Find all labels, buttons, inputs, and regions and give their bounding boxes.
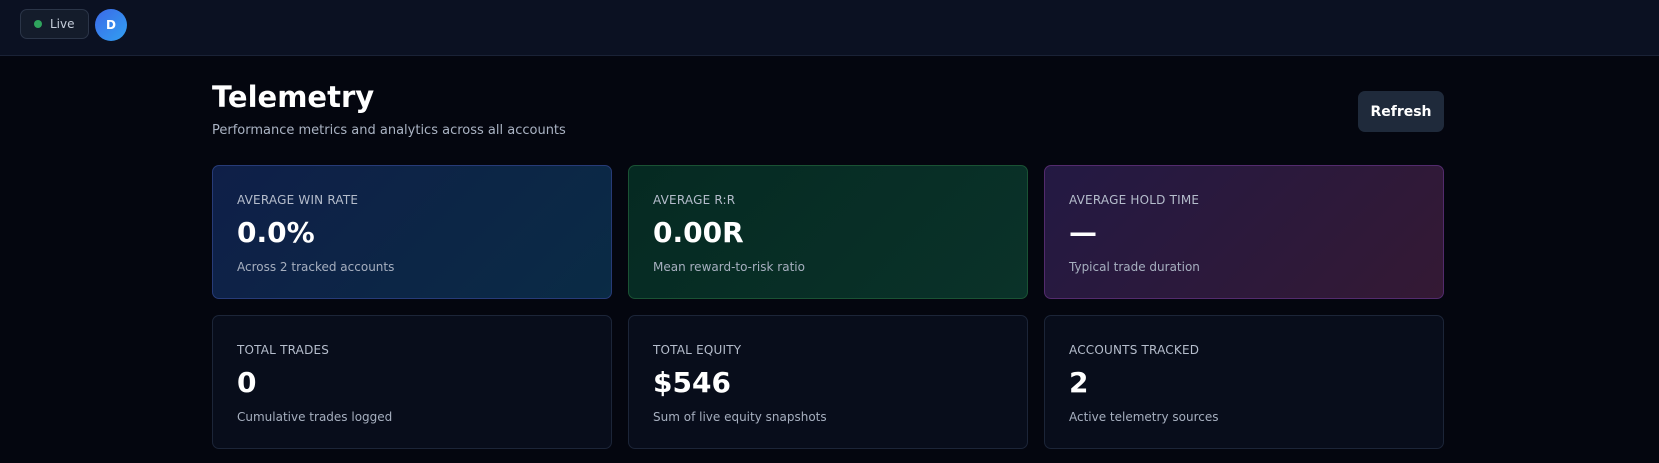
metric-card-label: AVERAGE WIN RATE (237, 193, 359, 207)
metric-card-value: 0 (237, 366, 257, 399)
user-avatar[interactable]: D (95, 9, 127, 41)
live-status-label: Live (50, 17, 75, 31)
metric-card-average-rr: AVERAGE R:R 0.00R Mean reward-to-risk ra… (628, 165, 1028, 299)
metric-card-label: AVERAGE HOLD TIME (1069, 193, 1200, 207)
metric-card-label: TOTAL EQUITY (653, 343, 742, 357)
metric-card-description: Across 2 tracked accounts (237, 260, 395, 274)
metric-card-label: AVERAGE R:R (653, 193, 736, 207)
metric-card-total-equity: TOTAL EQUITY $546 Sum of live equity sna… (628, 315, 1028, 449)
metric-card-value: — (1069, 216, 1097, 249)
metric-card-average-win-rate: AVERAGE WIN RATE 0.0% Across 2 tracked a… (212, 165, 612, 299)
live-status-dot-icon (34, 20, 42, 28)
metric-card-description: Mean reward-to-risk ratio (653, 260, 805, 274)
metric-card-average-hold-time: AVERAGE HOLD TIME — Typical trade durati… (1044, 165, 1444, 299)
metric-card-description: Cumulative trades logged (237, 410, 393, 424)
metric-card-description: Active telemetry sources (1069, 410, 1219, 424)
live-status-badge[interactable]: Live (20, 9, 89, 39)
refresh-button[interactable]: Refresh (1358, 91, 1444, 132)
metric-card-accounts-tracked: ACCOUNTS TRACKED 2 Active telemetry sour… (1044, 315, 1444, 449)
metric-card-total-trades: TOTAL TRADES 0 Cumulative trades logged (212, 315, 612, 449)
page-subtitle: Performance metrics and analytics across… (212, 123, 566, 138)
metric-card-label: TOTAL TRADES (237, 343, 330, 357)
metric-card-value: 2 (1069, 366, 1089, 399)
metric-card-value: 0.0% (237, 216, 315, 249)
metric-card-description: Typical trade duration (1069, 260, 1200, 274)
top-bar: Live D (0, 0, 1659, 56)
metric-card-description: Sum of live equity snapshots (653, 410, 827, 424)
page-title: Telemetry (212, 80, 375, 114)
metric-card-label: ACCOUNTS TRACKED (1069, 343, 1200, 357)
metric-card-value: 0.00R (653, 216, 744, 249)
metric-card-value: $546 (653, 366, 731, 399)
